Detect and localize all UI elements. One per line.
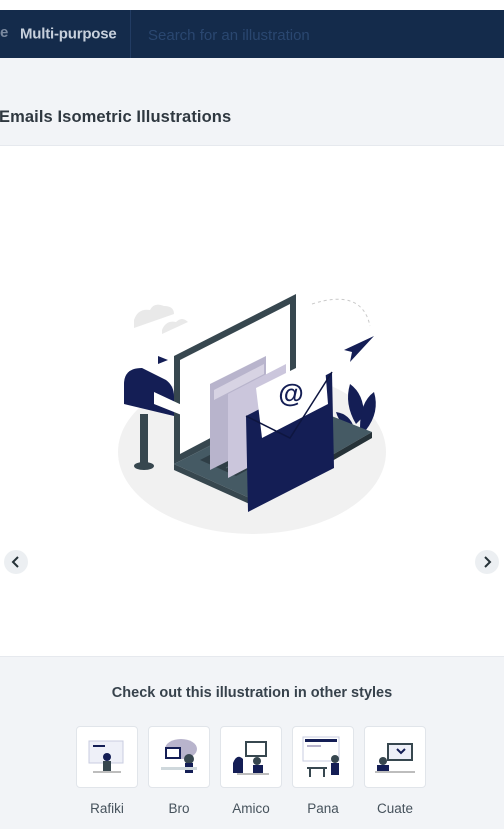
chevron-left-icon [11,556,19,568]
style-label-bro: Bro [168,801,190,816]
page-title: Emails Isometric Illustrations [0,108,232,126]
style-label-cuate: Cuate [376,801,414,816]
amico-thumbnail-icon [233,741,269,775]
style-label-rafiki: Rafiki [90,801,124,816]
at-symbol: @ [278,378,303,408]
top-navbar: e Multi-purpose [0,10,504,58]
prev-button[interactable] [4,550,28,574]
search-input[interactable] [146,23,500,47]
illustration-viewer: @ [0,146,504,656]
style-label-amico: Amico [232,801,270,816]
top-strip [0,0,504,10]
nav-divider [130,10,131,58]
style-thumb-rafiki[interactable] [76,726,138,788]
style-thumb-amico[interactable] [220,726,282,788]
rafiki-thumbnail-icon [88,740,124,773]
pana-thumbnail-icon [302,736,340,777]
other-styles-heading: Check out this illustration in other sty… [111,685,393,701]
title-band: Emails Isometric Illustrations [0,58,504,146]
other-styles-section: Check out this illustration in other sty… [0,656,504,829]
bro-thumbnail-icon [161,739,197,773]
cuate-thumbnail-icon [375,743,415,773]
style-thumb-pana[interactable] [292,726,354,788]
next-button[interactable] [475,550,499,574]
nav-category-multi-purpose[interactable]: Multi-purpose [20,26,117,43]
email-isometric-illustration: @ [118,294,386,534]
style-thumb-cuate[interactable] [364,726,426,788]
style-thumb-bro[interactable] [148,726,210,788]
chevron-right-icon [484,556,492,568]
style-label-pana: Pana [307,801,339,816]
nav-truncated-text: e [0,24,9,41]
